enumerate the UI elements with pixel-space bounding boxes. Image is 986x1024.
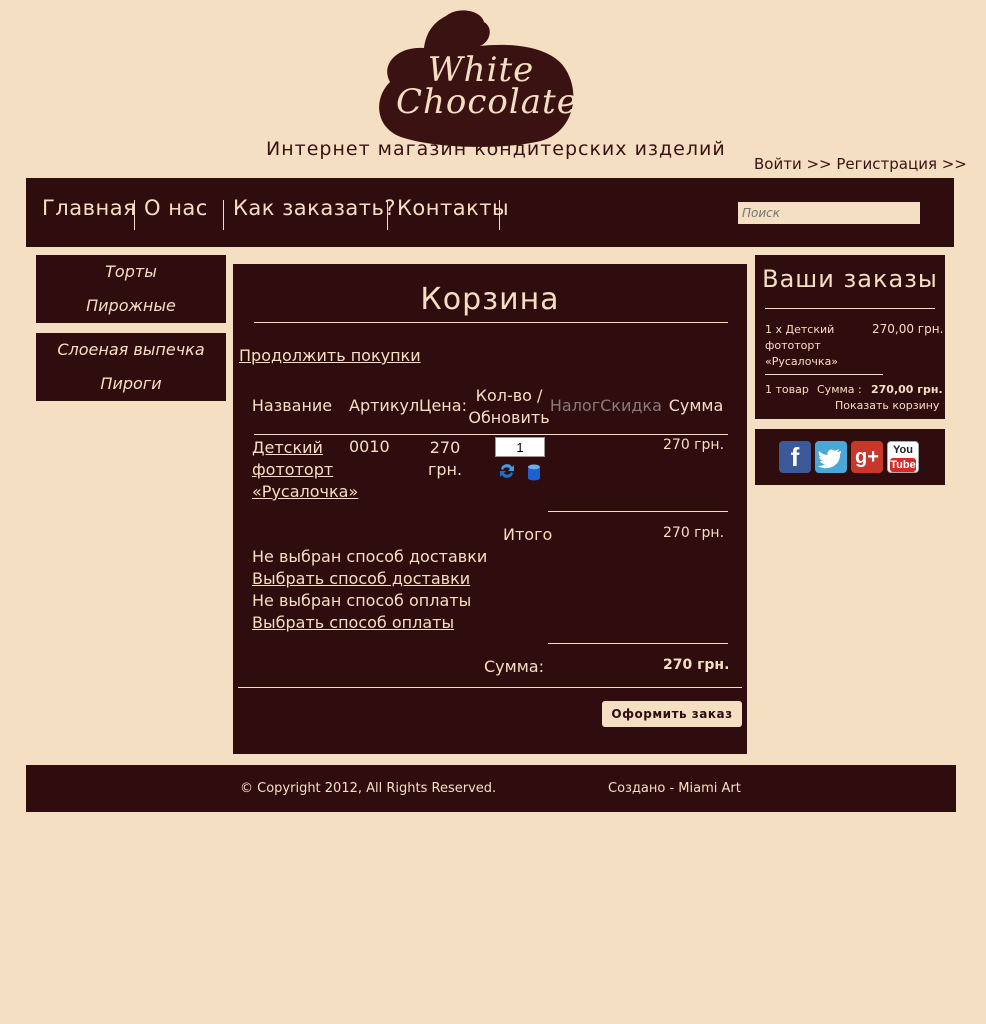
col-tax-header: Налог [549, 396, 601, 415]
nav-separator [387, 200, 388, 230]
category-pies[interactable]: Пироги [36, 367, 226, 401]
checkout-button[interactable]: Оформить заказ [602, 701, 742, 727]
nav-separator [134, 200, 135, 230]
youtube-icon[interactable]: You Tube [887, 441, 919, 473]
col-sum-header: Сумма [668, 396, 724, 415]
category-cakes[interactable]: Торты [36, 255, 226, 289]
order-sum-label: Сумма : [817, 383, 862, 396]
choose-payment-link[interactable]: Выбрать способ оплаты [252, 613, 454, 632]
col-price-header: Цена: [419, 396, 467, 415]
youtube-you-text: You [893, 444, 913, 456]
category-menu-2: Слоеная выпечка Пироги [36, 333, 226, 401]
google-plus-icon[interactable]: g+ [851, 441, 883, 473]
orders-divider [765, 374, 883, 375]
grand-total-value: 270 грн. [663, 657, 730, 673]
category-pastries[interactable]: Пирожные [36, 289, 226, 323]
title-divider [254, 322, 728, 323]
cart-item-name-link[interactable]: Детский фототорт «Русалочка» [252, 437, 358, 503]
nav-how-to-order[interactable]: Как заказать? [233, 196, 396, 220]
order-sum-value: 270,00 грн. [871, 383, 943, 396]
footer: © Copyright 2012, All Rights Reserved. С… [26, 765, 956, 812]
logo[interactable]: White Chocolate [396, 53, 578, 122]
total-label: Итого [503, 525, 553, 544]
youtube-tube-text: Tube [890, 458, 916, 472]
tagline: Интернет магазин кондитерских изделий [266, 138, 726, 160]
nav-bar: Главная О нас Как заказать? Контакты [26, 178, 954, 247]
cart-item-sum: 270 грн. [663, 437, 725, 453]
orders-divider [765, 308, 935, 309]
facebook-icon[interactable]: f [779, 441, 811, 473]
header-divider [254, 434, 728, 435]
search-input[interactable] [738, 202, 920, 224]
refresh-icon[interactable] [498, 462, 516, 480]
credits-link[interactable]: Создано - Miami Art [608, 781, 741, 796]
grand-divider [548, 643, 728, 644]
cart-panel: Корзина Продолжить покупки Название Арти… [233, 264, 747, 754]
copyright-text: © Copyright 2012, All Rights Reserved. [240, 781, 497, 796]
orders-title: Ваши заказы [762, 265, 938, 293]
nav-home[interactable]: Главная [42, 196, 136, 220]
total-divider [548, 511, 728, 512]
col-name-header: Название [251, 396, 333, 415]
twitter-bird-icon [818, 449, 841, 469]
payment-status: Не выбран способ оплаты [252, 591, 472, 610]
col-qty-header: Кол-во / Обновить [468, 386, 550, 427]
cart-item-price: 270 грн. [427, 438, 463, 479]
order-count: 1 товар [765, 383, 809, 396]
login-link[interactable]: Войти >> [754, 155, 832, 173]
nav-separator [499, 200, 500, 230]
orders-widget: Ваши заказы 1 x Детский фототорт «Русало… [755, 255, 945, 419]
nav-about[interactable]: О нас [144, 196, 208, 220]
logo-line2: Chocolate [396, 82, 578, 122]
col-discount-header: Скидка [600, 396, 662, 415]
twitter-icon[interactable] [815, 441, 847, 473]
nav-separator [223, 200, 224, 230]
auth-links: Войти >> Регистрация >> [754, 155, 967, 173]
bottom-divider [238, 687, 742, 688]
order-item-price: 270,00 грн. [872, 322, 944, 336]
quantity-input[interactable] [495, 437, 545, 457]
delivery-status: Не выбран способ доставки [252, 547, 488, 566]
register-link[interactable]: Регистрация >> [836, 155, 967, 173]
cart-item-sku: 0010 [349, 437, 390, 456]
cart-title: Корзина [420, 282, 560, 317]
continue-shopping-link[interactable]: Продолжить покупки [239, 346, 421, 365]
choose-delivery-link[interactable]: Выбрать способ доставки [252, 569, 470, 588]
order-item-name: 1 x Детский фототорт «Русалочка» [765, 323, 839, 368]
total-value: 270 грн. [663, 525, 725, 541]
category-menu-1: Торты Пирожные [36, 255, 226, 323]
show-cart-link[interactable]: Показать корзину [835, 399, 939, 412]
trash-icon[interactable] [527, 463, 541, 481]
social-links: f g+ You Tube [755, 429, 945, 485]
col-sku-header: Артикул [349, 396, 420, 415]
nav-contacts[interactable]: Контакты [397, 196, 509, 220]
category-puff-pastry[interactable]: Слоеная выпечка [36, 333, 226, 367]
grand-total-label: Сумма: [484, 657, 544, 676]
